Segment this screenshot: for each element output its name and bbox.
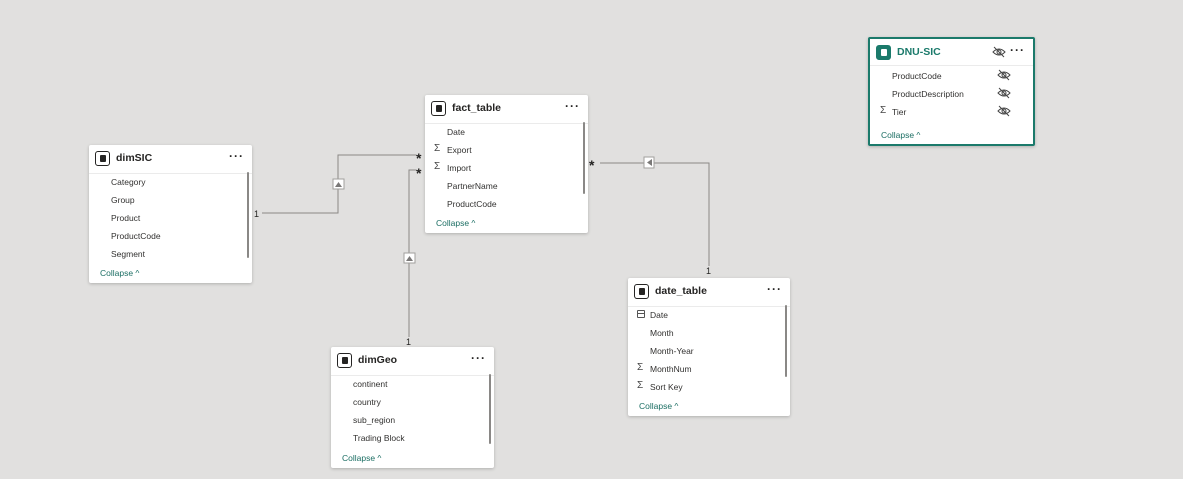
- more-options-button[interactable]: ···: [1010, 43, 1025, 57]
- table-title: dimGeo: [358, 354, 398, 366]
- sigma-icon: Σ: [637, 362, 644, 373]
- table-header[interactable]: DNU-SIC ···: [870, 39, 1033, 66]
- field-row[interactable]: Group: [89, 191, 252, 209]
- field-row[interactable]: Σ Tier: [870, 103, 1033, 121]
- hidden-eye-icon[interactable]: [997, 69, 1011, 81]
- sigma-icon: Σ: [637, 380, 644, 391]
- scrollbar[interactable]: [785, 305, 787, 377]
- table-title: fact_table: [452, 102, 502, 114]
- table-icon: [95, 151, 110, 166]
- relationship-date-fact[interactable]: [600, 162, 710, 266]
- cardinality-one: 1: [406, 337, 411, 347]
- field-row[interactable]: PartnerName: [425, 177, 588, 195]
- table-icon: [431, 101, 446, 116]
- table-title: date_table: [655, 285, 707, 297]
- field-row[interactable]: ProductCode: [870, 67, 1033, 85]
- field-row[interactable]: Segment: [89, 245, 252, 263]
- table-card-dimgeo[interactable]: dimGeo ··· continent country sub_region …: [331, 347, 494, 468]
- field-row[interactable]: sub_region: [331, 411, 494, 429]
- collapse-button[interactable]: Collapse ^: [436, 218, 475, 228]
- field-row[interactable]: country: [331, 393, 494, 411]
- table-title: DNU-SIC: [897, 46, 941, 58]
- field-row[interactable]: Σ Sort Key: [628, 378, 790, 396]
- field-row[interactable]: continent: [331, 375, 494, 393]
- cardinality-many: *: [416, 165, 422, 181]
- collapse-button[interactable]: Collapse ^: [100, 268, 139, 278]
- cardinality-many: *: [416, 150, 422, 166]
- field-row[interactable]: Product: [89, 209, 252, 227]
- more-options-button[interactable]: ···: [565, 99, 580, 113]
- table-header[interactable]: dimGeo ···: [331, 347, 494, 376]
- cardinality-one: 1: [254, 209, 259, 219]
- field-row[interactable]: ProductCode: [425, 195, 588, 213]
- field-row[interactable]: Month-Year: [628, 342, 790, 360]
- field-row[interactable]: Month: [628, 324, 790, 342]
- more-options-button[interactable]: ···: [229, 149, 244, 163]
- table-card-dimsic[interactable]: dimSIC ··· Category Group Product Produc…: [89, 145, 252, 283]
- more-options-button[interactable]: ···: [471, 351, 486, 365]
- scrollbar[interactable]: [583, 122, 585, 194]
- cardinality-many: *: [589, 157, 595, 173]
- table-header[interactable]: date_table ···: [628, 278, 790, 307]
- field-row[interactable]: ProductDescription: [870, 85, 1033, 103]
- table-icon: [634, 284, 649, 299]
- table-card-fact-table[interactable]: fact_table ··· Date Σ Export Σ Import Part…: [425, 95, 588, 233]
- collapse-button[interactable]: Collapse ^: [342, 453, 381, 463]
- field-row[interactable]: Date: [425, 123, 588, 141]
- scrollbar[interactable]: [489, 374, 491, 444]
- field-row[interactable]: Trading Block: [331, 429, 494, 447]
- sigma-icon: Σ: [880, 105, 887, 116]
- table-icon: [876, 45, 891, 60]
- table-icon: [337, 353, 352, 368]
- collapse-button[interactable]: Collapse ^: [881, 130, 920, 140]
- field-row[interactable]: Σ Import: [425, 159, 588, 177]
- table-header[interactable]: fact_table ···: [425, 95, 588, 124]
- sigma-icon: Σ: [434, 161, 441, 172]
- field-row[interactable]: Σ Export: [425, 141, 588, 159]
- field-row[interactable]: Σ MonthNum: [628, 360, 790, 378]
- table-card-dnu-sic[interactable]: DNU-SIC ··· ProductCode ProductDescripti…: [868, 37, 1035, 146]
- cardinality-one: 1: [706, 266, 711, 276]
- sigma-icon: Σ: [434, 143, 441, 154]
- collapse-button[interactable]: Collapse ^: [639, 401, 678, 411]
- hidden-eye-icon[interactable]: [992, 46, 1006, 58]
- table-header[interactable]: dimSIC ···: [89, 145, 252, 174]
- calendar-icon: [637, 310, 645, 318]
- field-row[interactable]: ProductCode: [89, 227, 252, 245]
- field-row[interactable]: Category: [89, 173, 252, 191]
- more-options-button[interactable]: ···: [767, 282, 782, 296]
- hidden-eye-icon[interactable]: [997, 105, 1011, 117]
- table-title: dimSIC: [116, 152, 153, 164]
- field-row[interactable]: Date: [628, 306, 790, 324]
- hidden-eye-icon[interactable]: [997, 87, 1011, 99]
- scrollbar[interactable]: [247, 172, 249, 258]
- table-card-date-table[interactable]: date_table ··· Date Month Month-Year Σ Mo…: [628, 278, 790, 416]
